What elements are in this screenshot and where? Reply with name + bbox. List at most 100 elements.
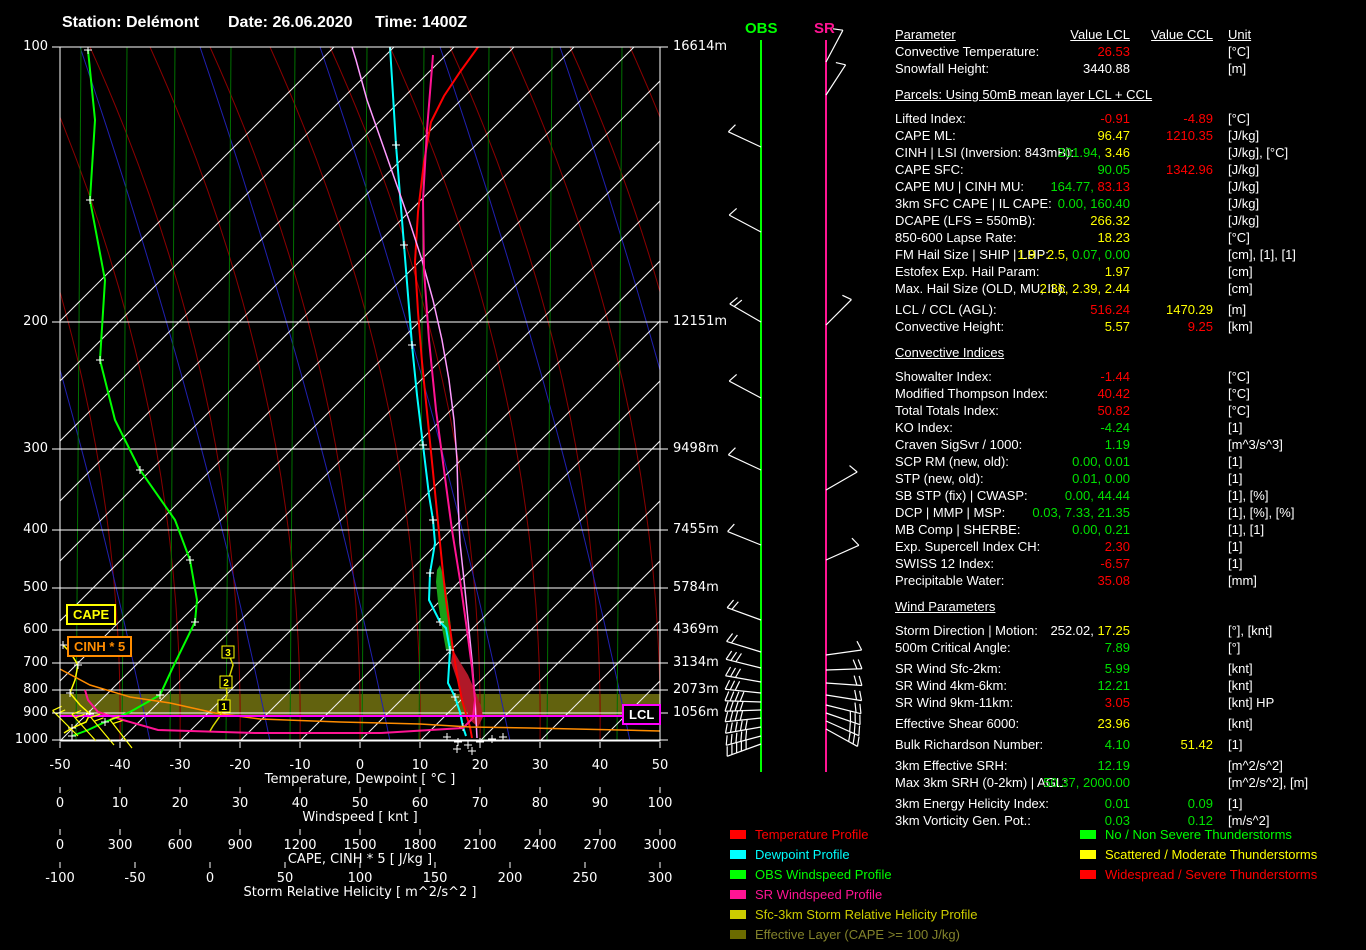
x-axis-tick-label: 200 bbox=[497, 871, 523, 886]
x-axis-tick-label: 40 bbox=[591, 758, 609, 773]
param-value-lcl: -4.24 bbox=[895, 420, 1130, 435]
param-value: -6.57 bbox=[1100, 556, 1130, 571]
param-unit: [J/kg] bbox=[1228, 162, 1260, 177]
param-value-lcl: 12.19 bbox=[895, 758, 1130, 773]
param-value: 50.82 bbox=[1097, 403, 1130, 418]
x-axis-tick-label: 50 bbox=[351, 796, 369, 811]
param-unit: [knt] bbox=[1228, 678, 1253, 693]
legend-label: Sfc-3km Storm Relative Helicity Profile bbox=[755, 906, 978, 922]
param-value-ccl: 1210.35 bbox=[895, 128, 1213, 143]
lcl-annotation: LCL bbox=[622, 704, 662, 725]
param-value-lcl: 18.23 bbox=[895, 230, 1130, 245]
chart-line bbox=[729, 701, 734, 712]
table-row: CAPE SFC: 90.05 1342.96 [J/kg] bbox=[895, 162, 1366, 179]
param-unit: [knt] HP bbox=[1228, 695, 1275, 710]
chart-line bbox=[835, 61, 846, 66]
legend-item: Effective Layer (CAPE >= 100 J/kg) bbox=[730, 924, 978, 944]
param-value-lcl: 0.03, 7.33, 21.35 bbox=[895, 505, 1130, 520]
legend-swatch bbox=[730, 849, 746, 859]
chart-line bbox=[730, 733, 733, 745]
param-value-lcl: 266.32 bbox=[895, 213, 1130, 228]
chart-line bbox=[60, 140, 660, 741]
param-unit: [1], [%], [%] bbox=[1228, 505, 1295, 520]
chart-line bbox=[729, 722, 733, 733]
param-value: 0.09 bbox=[1187, 796, 1213, 811]
table-row: Precipitable Water: 35.08 [mm] bbox=[895, 573, 1366, 590]
x-axis-tick-label: 60 bbox=[411, 796, 429, 811]
severity-legend: No / Non Severe Thunderstorms Scattered /… bbox=[1080, 824, 1317, 884]
table-row: 500m Critical Angle: 7.89 [°] bbox=[895, 640, 1366, 657]
param-unit: [m] bbox=[1228, 302, 1247, 317]
x-axis-tick-label: 600 bbox=[167, 838, 193, 853]
param-value-lcl: 0.00, 0.21 bbox=[895, 522, 1130, 537]
param-value-lcl: 0.00, 0.01 bbox=[895, 454, 1130, 469]
chart-line bbox=[859, 703, 862, 714]
altitude-tick-label: 16614m bbox=[673, 39, 728, 54]
param-unit: [1], [1] bbox=[1228, 522, 1265, 537]
table-row: SB STP (fix) | CWASP: 0.00, 44.44 [1], [%] bbox=[895, 488, 1366, 505]
param-unit: [1] bbox=[1228, 737, 1243, 752]
param-unit: [cm] bbox=[1228, 281, 1253, 296]
chart-line bbox=[725, 666, 732, 677]
table-row: CINH | LSI (Inversion: 843mB): 201.94, 3.… bbox=[895, 145, 1366, 162]
param-value: 0.00 bbox=[1104, 247, 1130, 262]
x-axis-title-2: CAPE, CINH * 5 [ J/kg ] bbox=[287, 852, 433, 867]
param-value-lcl: 35.08 bbox=[895, 573, 1130, 588]
param-unit: [cm], [1], [1] bbox=[1228, 247, 1296, 262]
param-value: 0.01, bbox=[1072, 471, 1105, 486]
chart-line bbox=[726, 599, 735, 609]
param-unit: [°] bbox=[1228, 640, 1241, 655]
table-row: Exp. Supercell Index CH: 2.30 [1] bbox=[895, 539, 1366, 556]
table-row: Convective Height: 5.57 9.25 [km] bbox=[895, 319, 1366, 336]
param-unit: [1] bbox=[1228, 471, 1243, 486]
param-value: 21.35 bbox=[1097, 505, 1130, 520]
chart-line bbox=[724, 691, 730, 701]
table-row: Effective Shear 6000: 23.96 [knt] bbox=[895, 716, 1366, 733]
table-row: Total Totals Index: 50.82 [°C] bbox=[895, 403, 1366, 420]
param-value-ccl: 51.42 bbox=[895, 737, 1213, 752]
table-row: DCAPE (LFS = 550mB): 266.32 [J/kg] bbox=[895, 213, 1366, 230]
x-axis-tick-label: 20 bbox=[471, 758, 489, 773]
param-unit: [°], [knt] bbox=[1228, 623, 1273, 638]
chart-line bbox=[724, 723, 728, 734]
chart-line bbox=[730, 651, 738, 661]
param-unit: [J/kg] bbox=[1228, 179, 1260, 194]
pressure-tick-label: 900 bbox=[23, 705, 48, 720]
pressure-tick-label: 700 bbox=[23, 655, 48, 670]
chart-line bbox=[169, 47, 176, 741]
chart-line bbox=[546, 47, 553, 741]
chart-line bbox=[289, 47, 296, 741]
param-unit: [°C] bbox=[1228, 369, 1250, 384]
legend-item: Widespread / Severe Thunderstorms bbox=[1080, 864, 1317, 884]
chart-line bbox=[739, 720, 743, 731]
legend-swatch bbox=[730, 909, 746, 919]
pressure-tick-label: 400 bbox=[23, 522, 48, 537]
chart-line bbox=[849, 721, 851, 732]
param-value: 1.9 - 2.5, bbox=[1017, 247, 1073, 262]
table-row: Parameter Value LCL Value CCL Unit bbox=[895, 27, 1366, 44]
param-value-lcl: 23.96 bbox=[895, 716, 1130, 731]
parcel-profile bbox=[351, 47, 478, 739]
dewpoint-profile bbox=[389, 47, 467, 737]
x-axis-tick-label: 150 bbox=[422, 871, 448, 886]
chart-line bbox=[739, 691, 745, 702]
chart-line bbox=[856, 736, 860, 747]
param-unit: [1] bbox=[1228, 539, 1243, 554]
legend-item: Temperature Profile bbox=[730, 824, 978, 844]
chart-line bbox=[858, 675, 863, 686]
x-axis-tick-label: 10 bbox=[111, 796, 129, 811]
chart-line bbox=[858, 725, 861, 736]
param-unit: [1] bbox=[1228, 556, 1243, 571]
x-axis-title-0: Temperature, Dewpoint [ °C ] bbox=[264, 772, 456, 787]
x-axis-tick-label: 250 bbox=[572, 871, 598, 886]
legend-label: SR Windspeed Profile bbox=[755, 886, 883, 902]
table-row: SWISS 12 Index: -6.57 [1] bbox=[895, 556, 1366, 573]
param-value: 12.19 bbox=[1097, 758, 1130, 773]
chart-line bbox=[848, 731, 851, 742]
param-unit: [°C] bbox=[1228, 386, 1250, 401]
param-value-lcl: 3.05 bbox=[895, 695, 1130, 710]
param-value-lcl: 1.97 bbox=[895, 264, 1130, 279]
chart-line bbox=[734, 721, 738, 732]
param-value: 40.42 bbox=[1097, 386, 1130, 401]
param-value-lcl: 0.00, 44.44 bbox=[895, 488, 1130, 503]
